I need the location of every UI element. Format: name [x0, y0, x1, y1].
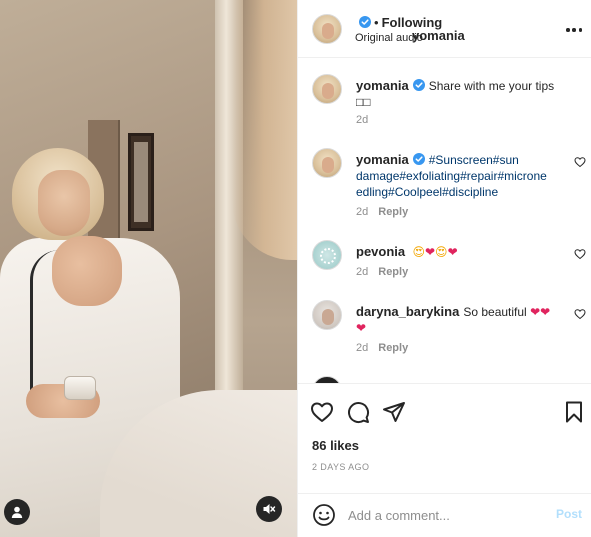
comment-text: So beautiful: [463, 305, 527, 319]
mute-button[interactable]: [256, 496, 282, 522]
likes-count[interactable]: 86 likes: [312, 438, 359, 453]
verified-badge-icon: [412, 79, 425, 91]
comment-age[interactable]: 2d: [356, 342, 368, 354]
reply-button[interactable]: Reply: [378, 206, 408, 218]
emoji-heart: ❤: [530, 305, 541, 319]
comment-age[interactable]: 2d: [356, 266, 368, 278]
post-comment-button[interactable]: Post: [556, 507, 582, 521]
comment-age[interactable]: 2d: [356, 114, 368, 126]
comment-username[interactable]: daryna_barykina: [356, 304, 459, 319]
comment-body: yomania Share with me your tips □□: [356, 78, 566, 110]
post-timestamp[interactable]: 2 DAYS AGO: [312, 462, 369, 472]
emoji-heart-eyes: 😍: [435, 245, 448, 259]
comment-username[interactable]: pevonia: [356, 244, 405, 259]
video-hand: [52, 236, 122, 306]
hashtag-link[interactable]: #discipline: [442, 185, 498, 199]
hashtag-link[interactable]: #exfoliating: [399, 169, 460, 183]
comment-meta: 2d Reply: [356, 342, 408, 354]
speaker-muted-icon: [263, 504, 276, 514]
verified-badge-icon: [359, 16, 371, 28]
comment-meta: 2d Reply: [356, 266, 408, 278]
audio-link[interactable]: Original audio: [355, 32, 423, 44]
commenter-avatar[interactable]: [312, 240, 342, 270]
post-actions: 86 likes 2 DAYS AGO: [298, 383, 591, 493]
emoji-heart: ❤: [356, 321, 367, 335]
separator-dot: •: [374, 15, 379, 30]
comment-username[interactable]: yomania: [356, 152, 409, 167]
author-avatar[interactable]: [312, 14, 342, 44]
hashtag-link[interactable]: #repair: [460, 169, 497, 183]
post-video[interactable]: [0, 0, 297, 537]
comment-like-icon[interactable]: [574, 308, 586, 320]
comment-username[interactable]: yomania: [356, 78, 409, 93]
comment-bubble-icon[interactable]: [346, 400, 370, 424]
commenter-avatar[interactable]: [312, 300, 342, 330]
author-line: yomania • Following: [355, 14, 465, 43]
comment-body: pevonia 😍❤😍❤: [356, 244, 566, 260]
add-comment-bar: Post: [298, 493, 591, 537]
comment-body: daryna_barykina So beautiful ❤❤ ❤: [356, 304, 566, 336]
comment-age[interactable]: 2d: [356, 206, 368, 218]
video-foreground-hair: [232, 0, 297, 260]
commenter-avatar[interactable]: [312, 148, 342, 178]
comment-meta: 2d: [356, 114, 368, 126]
emoji-heart: ❤: [424, 245, 436, 259]
reply-button[interactable]: Reply: [378, 266, 408, 278]
smiley-icon[interactable]: [312, 503, 336, 527]
hashtag-link[interactable]: #Sunscreen: [429, 153, 493, 167]
heart-icon[interactable]: [310, 400, 334, 424]
post-details-panel: yomania • Following Original audio yomania…: [297, 0, 591, 537]
user-tag-button[interactable]: [4, 499, 30, 525]
emoji-heart-eyes: 😍: [412, 245, 425, 259]
post-header: yomania • Following Original audio: [298, 0, 591, 58]
emoji-heart: ❤: [447, 245, 458, 259]
comment-body: yomania #Sunscreen#sun damage#exfoliating…: [356, 152, 566, 200]
bookmark-icon[interactable]: [562, 400, 586, 424]
commenter-avatar[interactable]: [312, 376, 342, 383]
more-options-icon[interactable]: [566, 28, 582, 32]
comment-input[interactable]: [348, 504, 548, 526]
video-face: [38, 170, 90, 236]
comment-text: Share with me your tips: [428, 79, 555, 93]
comment-like-icon[interactable]: [574, 156, 586, 168]
verified-badge-icon: [412, 153, 425, 165]
video-cream-jar: [64, 376, 96, 400]
paper-plane-icon[interactable]: [382, 400, 406, 424]
emoji-heart: ❤: [540, 305, 551, 319]
comments-list[interactable]: yomania Share with me your tips □□ 2d yom…: [298, 58, 591, 383]
hashtag-link[interactable]: #Coolpeel: [388, 185, 442, 199]
comment-like-icon[interactable]: [574, 248, 586, 260]
comment-meta: 2d Reply: [356, 206, 408, 218]
comment-trailing-glyphs: □□: [356, 95, 371, 109]
video-wall-frame: [128, 133, 154, 231]
commenter-avatar[interactable]: [312, 74, 342, 104]
user-tag-icon: [11, 506, 23, 518]
reply-button[interactable]: Reply: [378, 342, 408, 354]
